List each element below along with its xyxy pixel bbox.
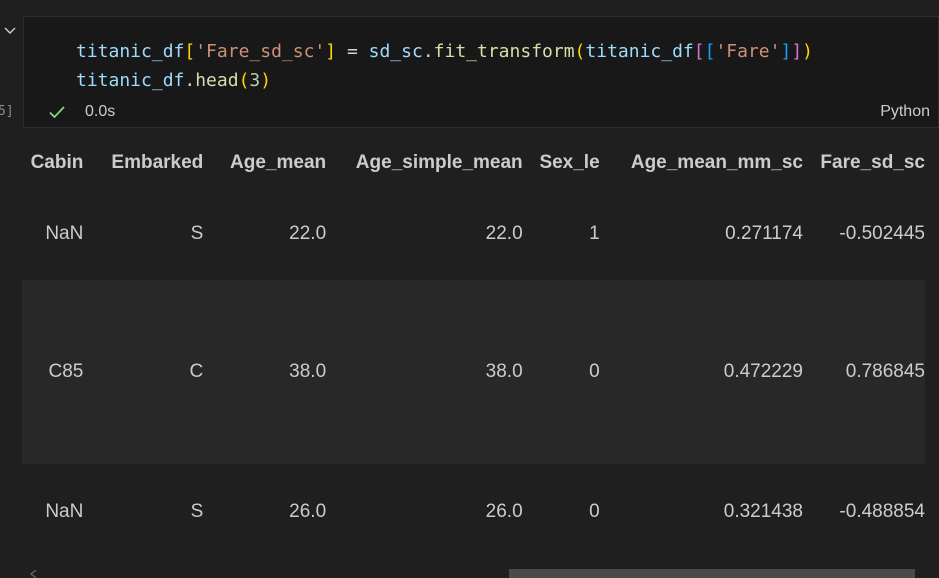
- column-header-cabin: Cabin: [30, 152, 84, 173]
- table-cell: 0.321438: [599, 464, 803, 560]
- table-cell: 38.0: [203, 280, 327, 464]
- check-icon: [49, 106, 65, 119]
- table-row: C85 C 38.0 38.0 0 0.472229 0.786845: [22, 280, 925, 464]
- code-token: (: [238, 70, 250, 91]
- code-token: sd_sc: [368, 41, 423, 62]
- table-row: NaN S 22.0 22.0 1 0.271174 -0.502445: [22, 188, 925, 280]
- code-token: .: [184, 70, 196, 91]
- code-line-1: titanic_df['Fare_sd_sc'] = sd_sc.fit_tra…: [76, 37, 813, 66]
- code-token: head: [195, 70, 239, 91]
- table-cell: 26.0: [203, 464, 327, 560]
- column-header-age-mean-mm-sc: Age_mean_mm_sc: [630, 152, 803, 173]
- table-cell: 0.472229: [599, 280, 803, 464]
- column-header-sex-le: Sex_le: [539, 152, 600, 173]
- code-cell[interactable]: titanic_df['Fare_sd_sc'] = sd_sc.fit_tra…: [23, 16, 939, 128]
- horizontal-scrollbar-thumb[interactable]: [509, 569, 915, 578]
- column-header-age-mean: Age_mean: [230, 152, 327, 173]
- execution-count: 5]: [0, 104, 14, 119]
- code-token: (: [574, 41, 586, 62]
- code-token: fit_transform: [433, 41, 575, 62]
- table-cell: 0: [522, 280, 600, 464]
- code-token: [: [704, 41, 716, 62]
- table-cell: -0.502445: [803, 188, 925, 280]
- column-header-age-simple-mean: Age_simple_mean: [355, 152, 523, 173]
- code-line-2: titanic_df.head(3): [76, 66, 813, 95]
- code-token: titanic_df: [76, 70, 185, 91]
- code-token: [: [693, 41, 705, 62]
- code-token: ): [260, 70, 272, 91]
- code-token: 3: [249, 70, 261, 91]
- table-cell: 22.0: [326, 188, 523, 280]
- arrow-left-icon[interactable]: [28, 570, 38, 578]
- table-cell: 0: [522, 464, 600, 560]
- code-token: titanic_df: [585, 41, 694, 62]
- dataframe-table: Cabin Embarked Age_mean Age_simple_mean …: [22, 138, 925, 560]
- code-token: ): [802, 41, 814, 62]
- code-token: [: [184, 41, 196, 62]
- table-cell: 38.0: [326, 280, 523, 464]
- output-dataframe: Cabin Embarked Age_mean Age_simple_mean …: [22, 138, 939, 578]
- table-cell: S: [85, 464, 204, 560]
- code-token: ]: [325, 41, 337, 62]
- table-row: NaN S 26.0 26.0 0 0.321438 -0.488854: [22, 464, 925, 560]
- table-cell: S: [85, 188, 204, 280]
- execution-time: 0.0s: [85, 103, 116, 120]
- code-editor[interactable]: titanic_df['Fare_sd_sc'] = sd_sc.fit_tra…: [76, 37, 813, 95]
- column-header-embarked: Embarked: [111, 152, 204, 173]
- notebook-view: 5] titanic_df['Fare_sd_sc'] = sd_sc.fit_…: [0, 0, 939, 578]
- table-cell: NaN: [22, 464, 86, 560]
- table-cell: 1: [522, 188, 600, 280]
- table-cell: 0.786845: [803, 280, 925, 464]
- table-cell: 22.0: [203, 188, 327, 280]
- code-token: ]: [791, 41, 803, 62]
- code-token: =: [336, 41, 369, 62]
- chevron-down-icon[interactable]: [2, 22, 18, 38]
- table-cell: NaN: [22, 188, 86, 280]
- code-token: titanic_df: [76, 41, 185, 62]
- code-token: 'Fare': [715, 41, 781, 62]
- table-cell: 0.271174: [599, 188, 803, 280]
- table-cell: C: [85, 280, 204, 464]
- table-header-row: Cabin Embarked Age_mean Age_simple_mean …: [22, 138, 925, 188]
- table-cell: C85: [22, 280, 86, 464]
- column-header-fare-sd-sc: Fare_sd_sc: [820, 152, 925, 173]
- table-cell: 26.0: [326, 464, 523, 560]
- code-token: .: [422, 41, 434, 62]
- table-cell: -0.488854: [803, 464, 925, 560]
- cell-language-label[interactable]: Python: [880, 103, 930, 121]
- code-token: 'Fare_sd_sc': [195, 41, 326, 62]
- code-token: ]: [780, 41, 792, 62]
